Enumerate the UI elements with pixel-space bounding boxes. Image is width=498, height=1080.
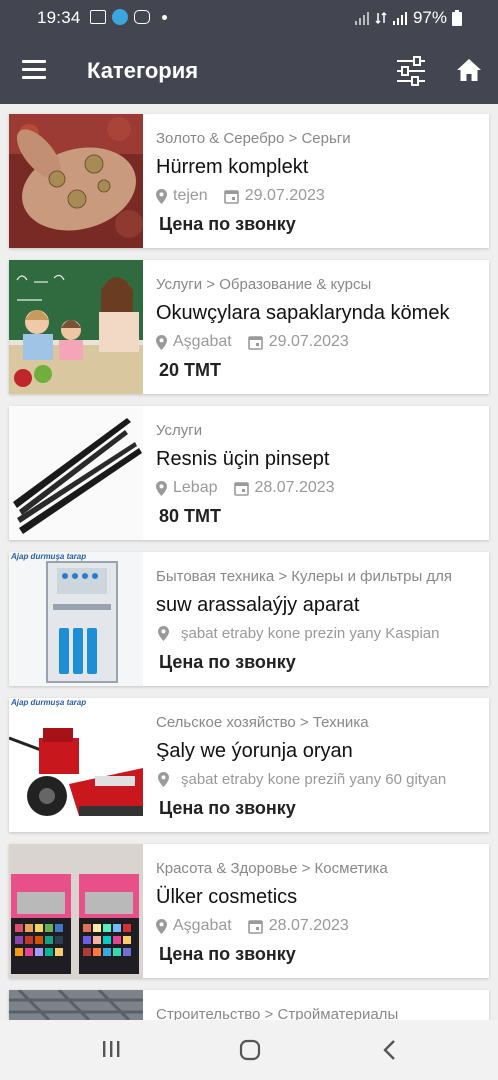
listing-meta: Aşgabat 29.07.2023: [156, 333, 349, 351]
status-bar: 19:34 97%: [0, 0, 498, 36]
location-pin-icon: [156, 334, 167, 350]
listing-title: Resnis üçin pinsept: [156, 448, 330, 470]
listing-category: Услуги: [156, 422, 203, 439]
data-icon: [375, 11, 387, 25]
listing-price: 20 TMT: [159, 360, 222, 380]
back-icon[interactable]: [380, 1038, 400, 1062]
listing-location: Aşgabat: [173, 917, 232, 934]
listing-card[interactable]: Золото & Серебро > Серьги Hürrem komplek…: [9, 114, 489, 248]
listing-meta: şabat etraby kone prezin yany Kaspian: [156, 625, 440, 642]
listing-category: Красота & Здоровье > Косметика: [156, 860, 388, 877]
listing-location: şabat etraby kone preziñ yany 60 gityan: [181, 771, 447, 788]
listing-card[interactable]: Ajap durmuşa tarap Бытовая техника > Кул…: [9, 552, 489, 686]
battery-level: 97%: [412, 8, 447, 27]
listing-category: Строительство > Стройматериалы: [156, 1006, 399, 1020]
system-nav-bar: [0, 1020, 498, 1080]
listing-price: Цена по звонку: [159, 214, 296, 234]
listing-meta: şabat etraby kone preziñ yany 60 gityan: [156, 771, 446, 788]
listing-title: Hürrem komplekt: [156, 156, 309, 178]
listing-date: 29.07.2023: [244, 187, 325, 204]
listing-image-harvester: Ajap durmuşa tarap: [9, 698, 143, 832]
listing-info: Бытовая техника > Кулеры и фильтры для s…: [156, 552, 483, 686]
listing-info: Услуги Resnis üçin pinsept Lebap 28.07.2…: [156, 406, 483, 540]
listing-category: Бытовая техника > Кулеры и фильтры для: [156, 568, 453, 585]
signal-icon: [354, 12, 369, 25]
listing-list: Золото & Серебро > Серьги Hürrem komplek…: [0, 104, 498, 1020]
listing-meta: tejen 29.07.2023: [156, 187, 325, 205]
listing-image-metal: [9, 990, 143, 1020]
messenger-icon: [112, 9, 128, 25]
listing-title: suw arassalaýjy aparat: [156, 594, 360, 616]
listing-price: Цена по звонку: [159, 944, 296, 964]
status-system-icons: 97%: [354, 8, 462, 28]
listing-date-group: 29.07.2023: [223, 187, 325, 205]
listing-date: 28.07.2023: [268, 917, 349, 934]
listing-location: Lebap: [173, 479, 218, 496]
listing-location: şabat etraby kone prezin yany Kaspian: [181, 625, 440, 642]
calendar-icon: [223, 189, 239, 204]
listing-image-tweezers: [9, 406, 143, 540]
listing-date-group: 28.07.2023: [233, 479, 335, 497]
instagram-icon: [134, 10, 150, 24]
listing-price: Цена по звонку: [159, 652, 296, 672]
home-icon[interactable]: [456, 58, 482, 82]
listing-date: 28.07.2023: [254, 479, 335, 496]
listing-info: Красота & Здоровье > Косметика Ülker cos…: [156, 844, 483, 978]
listing-info: Строительство > Стройматериалы: [156, 990, 483, 1020]
location-pin-icon: [158, 772, 169, 787]
listing-date: 29.07.2023: [268, 333, 349, 350]
more-notifications-icon: [162, 14, 167, 20]
location-pin-icon: [158, 626, 169, 641]
page-title: Категория: [87, 58, 199, 83]
gallery-icon: [90, 10, 106, 24]
signal-icon-2: [392, 12, 407, 25]
listing-meta: Aşgabat 28.07.2023: [156, 917, 349, 935]
listing-card[interactable]: Строительство > Стройматериалы: [9, 990, 489, 1020]
listing-category: Услуги > Образование & курсы: [156, 276, 372, 293]
listing-location: tejen: [173, 187, 208, 204]
watermark: Ajap durmuşa tarap: [11, 552, 87, 561]
listing-date-group: 29.07.2023: [247, 333, 349, 351]
listing-card[interactable]: Ajap durmuşa tarap Сельское хозяйство > …: [9, 698, 489, 832]
app-bar: Категория: [0, 36, 498, 104]
calendar-icon: [233, 481, 249, 496]
listing-title: Okuwçylara sapaklarynda kömek: [156, 302, 450, 324]
listing-date-group: 28.07.2023: [247, 917, 349, 935]
listing-card[interactable]: Красота & Здоровье > Косметика Ülker cos…: [9, 844, 489, 978]
calendar-icon: [247, 335, 263, 350]
listing-image-water-filter: Ajap durmuşa tarap: [9, 552, 143, 686]
listing-card[interactable]: Услуги > Образование & курсы Okuwçylara …: [9, 260, 489, 394]
menu-icon[interactable]: [22, 60, 46, 80]
calendar-icon: [247, 919, 263, 934]
listing-title: Şaly we ýorunja oryan: [156, 740, 353, 762]
status-notification-icons: [90, 9, 167, 25]
listing-image-jewelry: [9, 114, 143, 248]
home-button-icon[interactable]: [238, 1038, 262, 1062]
location-pin-icon: [156, 480, 167, 496]
listing-info: Сельское хозяйство > Техника Şaly we ýor…: [156, 698, 483, 832]
recent-apps-icon[interactable]: [100, 1038, 122, 1060]
location-pin-icon: [156, 918, 167, 934]
battery-icon: [452, 10, 462, 26]
listing-info: Услуги > Образование & курсы Okuwçylara …: [156, 260, 483, 394]
listing-image-classroom: [9, 260, 143, 394]
status-time: 19:34: [37, 8, 81, 27]
listing-price: 80 TMT: [159, 506, 222, 526]
watermark: Ajap durmuşa tarap: [11, 698, 87, 707]
listing-title: Ülker cosmetics: [156, 886, 298, 908]
listing-category: Золото & Серебро > Серьги: [156, 130, 351, 147]
listing-location: Aşgabat: [173, 333, 232, 350]
listing-category: Сельское хозяйство > Техника: [156, 714, 369, 731]
listing-info: Золото & Серебро > Серьги Hürrem komplek…: [156, 114, 483, 248]
filter-icon[interactable]: [396, 56, 426, 86]
listing-meta: Lebap 28.07.2023: [156, 479, 335, 497]
listing-price: Цена по звонку: [159, 798, 296, 818]
location-pin-icon: [156, 188, 167, 204]
listing-image-eyeshadow: [9, 844, 143, 978]
listing-card[interactable]: Услуги Resnis üçin pinsept Lebap 28.07.2…: [9, 406, 489, 540]
